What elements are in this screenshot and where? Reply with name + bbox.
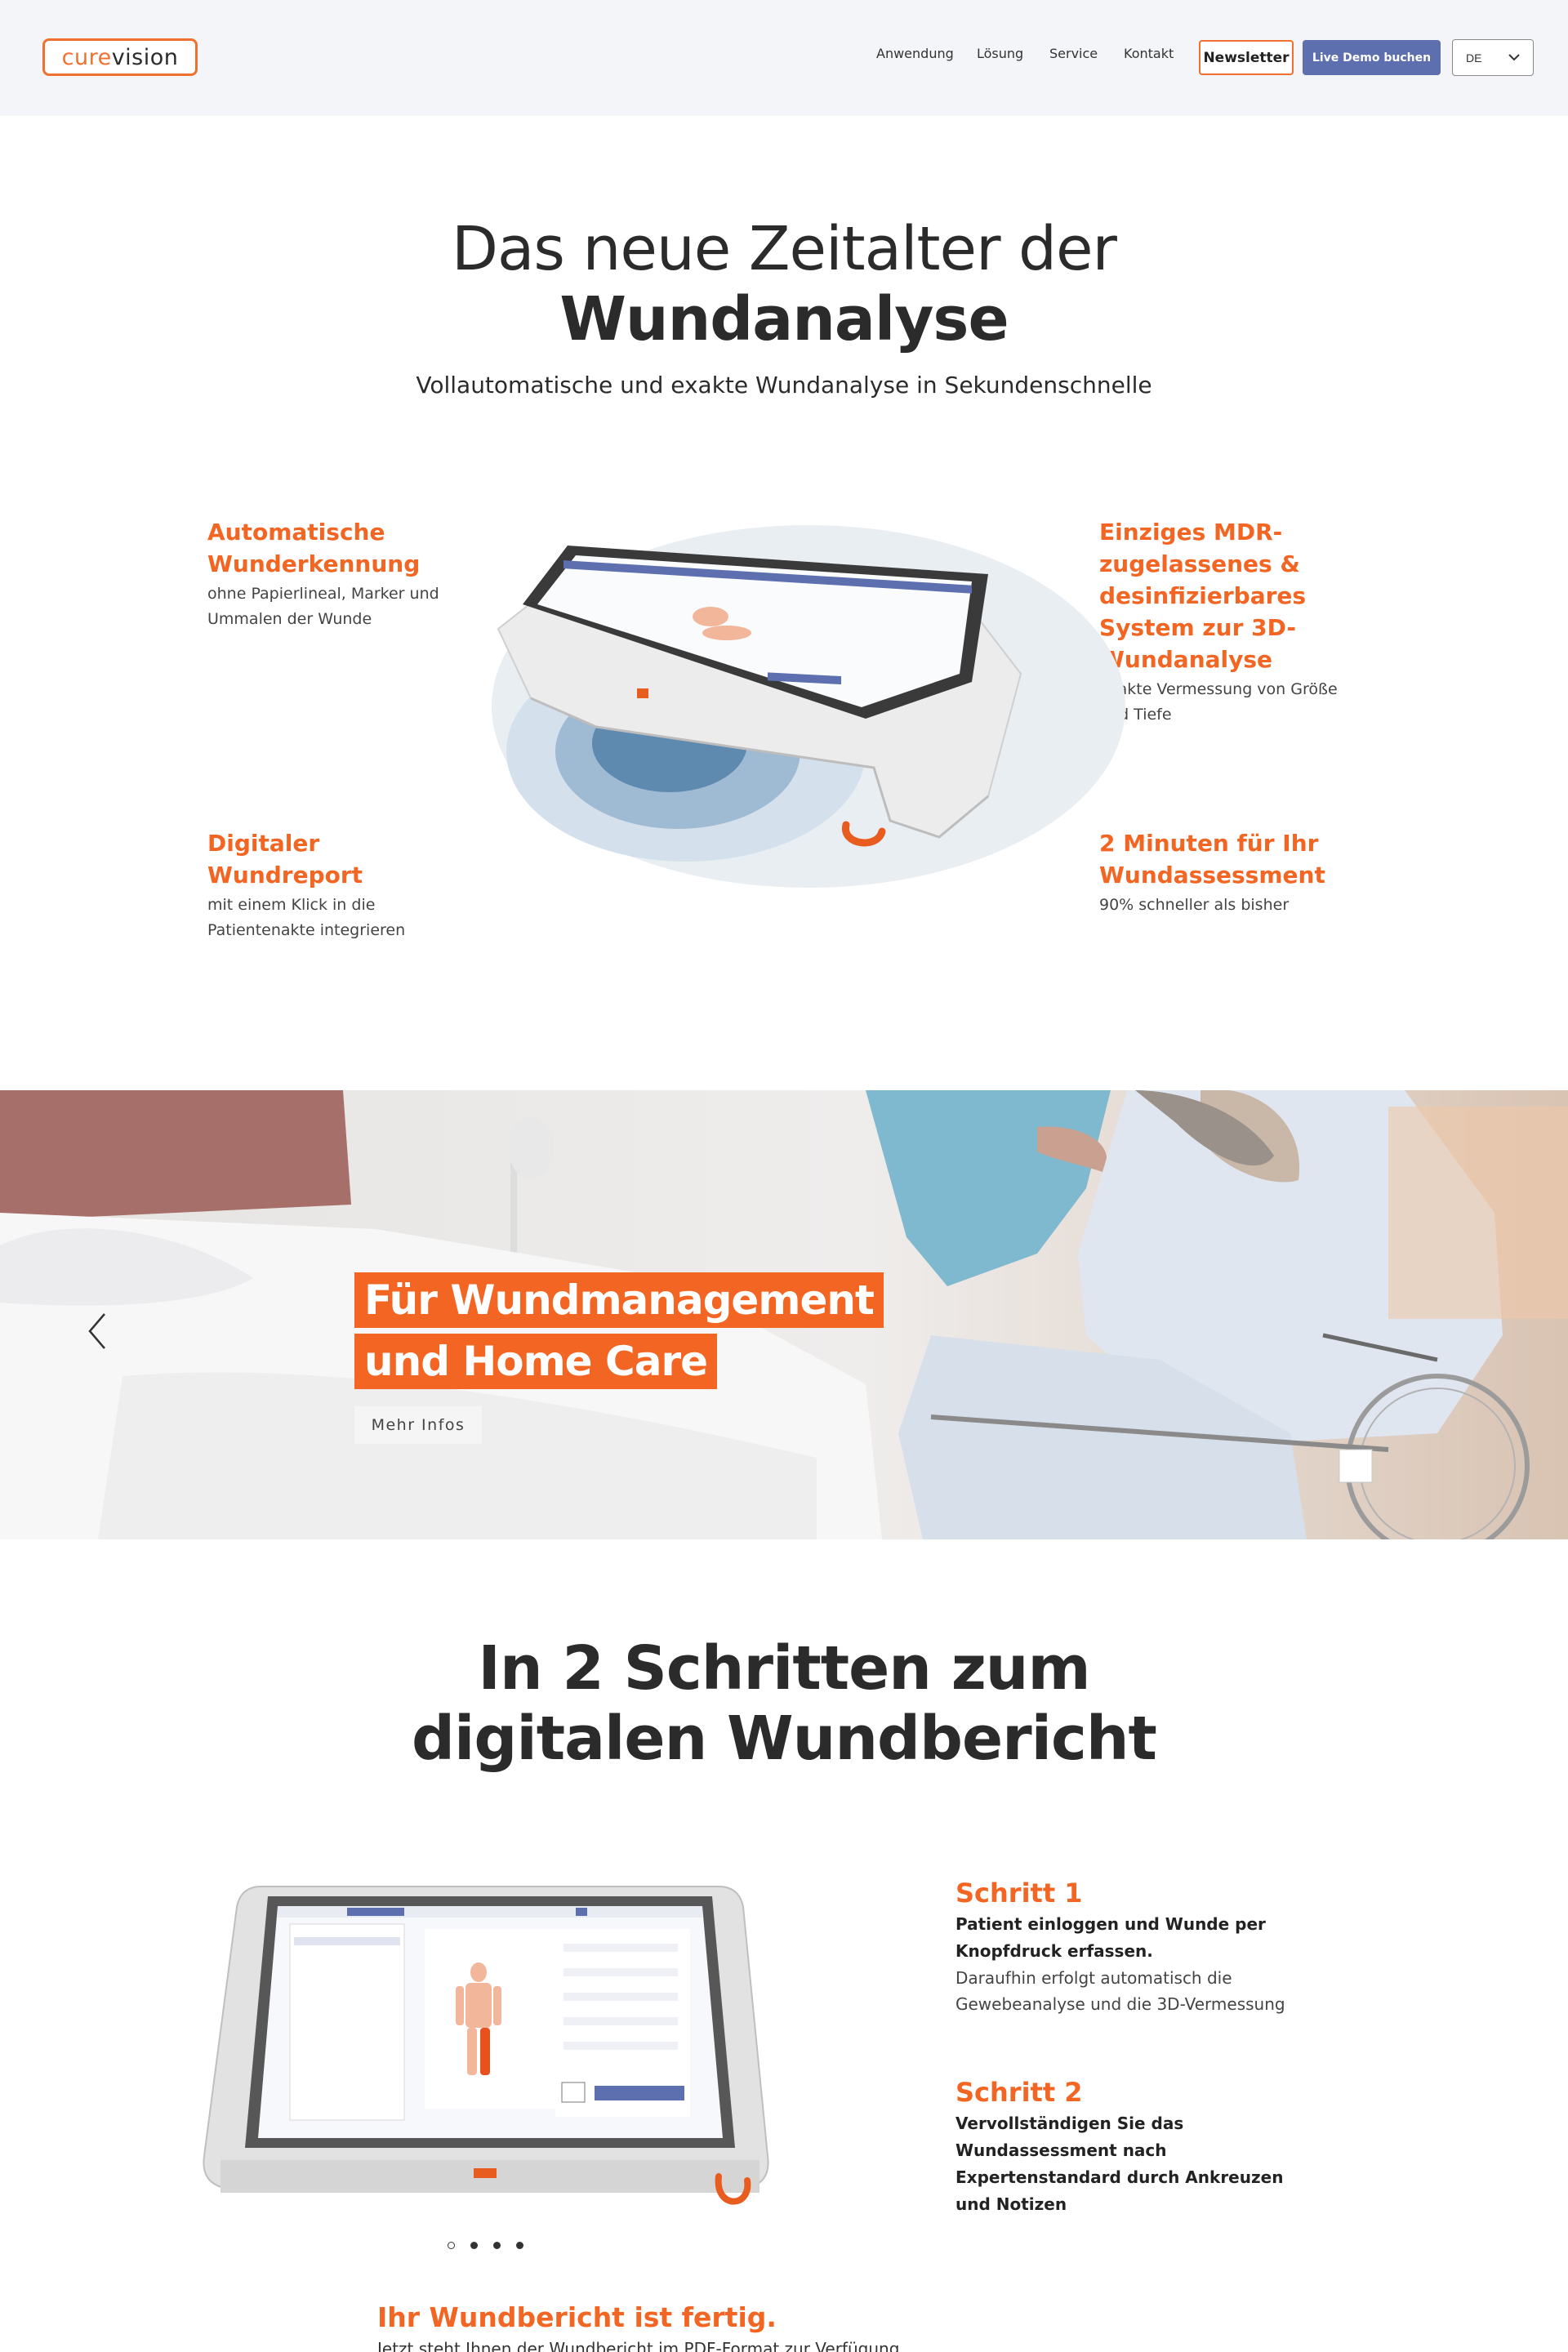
banner-title-line2: und Home Care: [354, 1334, 718, 1389]
chevron-down-icon: [1508, 54, 1520, 61]
nav-loesung[interactable]: Lösung: [977, 46, 1023, 61]
nav-service[interactable]: Service: [1049, 46, 1098, 61]
report-title: Ihr Wundbericht ist fertig.: [377, 2301, 777, 2333]
language-select[interactable]: DE: [1452, 39, 1534, 76]
hero-subtitle: Vollautomatische und exakte Wundanalyse …: [416, 372, 1152, 399]
carousel-dot[interactable]: [516, 2242, 523, 2249]
logo-part-vision: vision: [111, 44, 179, 70]
feature-text: ohne Papierlineal, Marker und Ummalen de…: [207, 585, 439, 628]
feature-text: 90% schneller als bisher: [1099, 896, 1290, 914]
step-1: Schritt 1 Patient einloggen und Wunde pe…: [956, 1875, 1298, 2017]
feature-wundreport: Digitaler Wundreport mit einem Klick in …: [207, 827, 469, 943]
nav-kontakt[interactable]: Kontakt: [1124, 46, 1174, 61]
carousel-dot[interactable]: [493, 2242, 501, 2249]
carousel-dots: [448, 2242, 523, 2249]
steps-title-line2: digitalen Wundbericht: [412, 1704, 1157, 1774]
hero-title-line2: Wundanalyse: [559, 284, 1009, 354]
nav-anwendung[interactable]: Anwendung: [876, 46, 954, 61]
tablet-illustration: [196, 1878, 792, 2221]
newsletter-button[interactable]: Newsletter: [1199, 40, 1294, 75]
banner-title-line1: Für Wundmanagement: [354, 1272, 884, 1328]
report-text: Jetzt steht Ihnen der Wundbericht im PDF…: [377, 2339, 900, 2352]
mehr-infos-button[interactable]: Mehr Infos: [354, 1406, 482, 1444]
step-title: Schritt 2: [956, 2077, 1083, 2108]
feature-text: exakte Vermessung von Größe und Tiefe: [1099, 680, 1338, 724]
step-text: Daraufhin erfolgt automatisch die Gewebe…: [956, 1968, 1285, 2014]
hero-title-line1: Das neue Zeitalter der: [452, 214, 1117, 284]
site-header: cure vision Anwendung Lösung Service Kont…: [0, 0, 1568, 116]
chevron-left-icon[interactable]: [85, 1311, 109, 1352]
feature-title: Digitaler Wundreport: [207, 830, 363, 889]
feature-text: mit einem Klick in die Patientenakte int…: [207, 896, 406, 939]
feature-mdr: Einziges MDR-zugelassenes & desinfizierb…: [1099, 516, 1352, 728]
live-demo-button[interactable]: Live Demo buchen: [1303, 40, 1441, 75]
step-title: Schritt 1: [956, 1878, 1083, 1909]
feature-title: Automatische Wunderkennung: [207, 519, 421, 577]
feature-auto-detection: Automatische Wunderkennung ohne Papierli…: [207, 516, 469, 632]
steps-title: In 2 Schritten zum digitalen Wundbericht: [0, 1633, 1568, 1774]
feature-title: Einziges MDR-zugelassenes & desinfizierb…: [1099, 519, 1307, 673]
carousel-dot[interactable]: [448, 2242, 455, 2249]
steps-title-line1: In 2 Schritten zum: [478, 1633, 1090, 1704]
step-2: Schritt 2 Vervollständigen Sie das Wunda…: [956, 2074, 1298, 2218]
curevision-logo[interactable]: cure vision: [42, 38, 198, 76]
banner-title: Für Wundmanagement und Home Care: [354, 1272, 884, 1395]
step-bold-text: Vervollständigen Sie das Wundassessment …: [956, 2114, 1284, 2214]
logo-part-cure: cure: [61, 44, 112, 70]
language-value: DE: [1466, 51, 1482, 65]
feature-title: 2 Minuten für Ihr Wundassessment: [1099, 830, 1325, 889]
carousel-dot[interactable]: [470, 2242, 478, 2249]
step-bold-text: Patient einloggen und Wunde per Knopfdru…: [956, 1914, 1266, 1961]
feature-2-minutes: 2 Minuten für Ihr Wundassessment 90% sch…: [1099, 827, 1361, 918]
device-illustration: [482, 523, 1135, 906]
